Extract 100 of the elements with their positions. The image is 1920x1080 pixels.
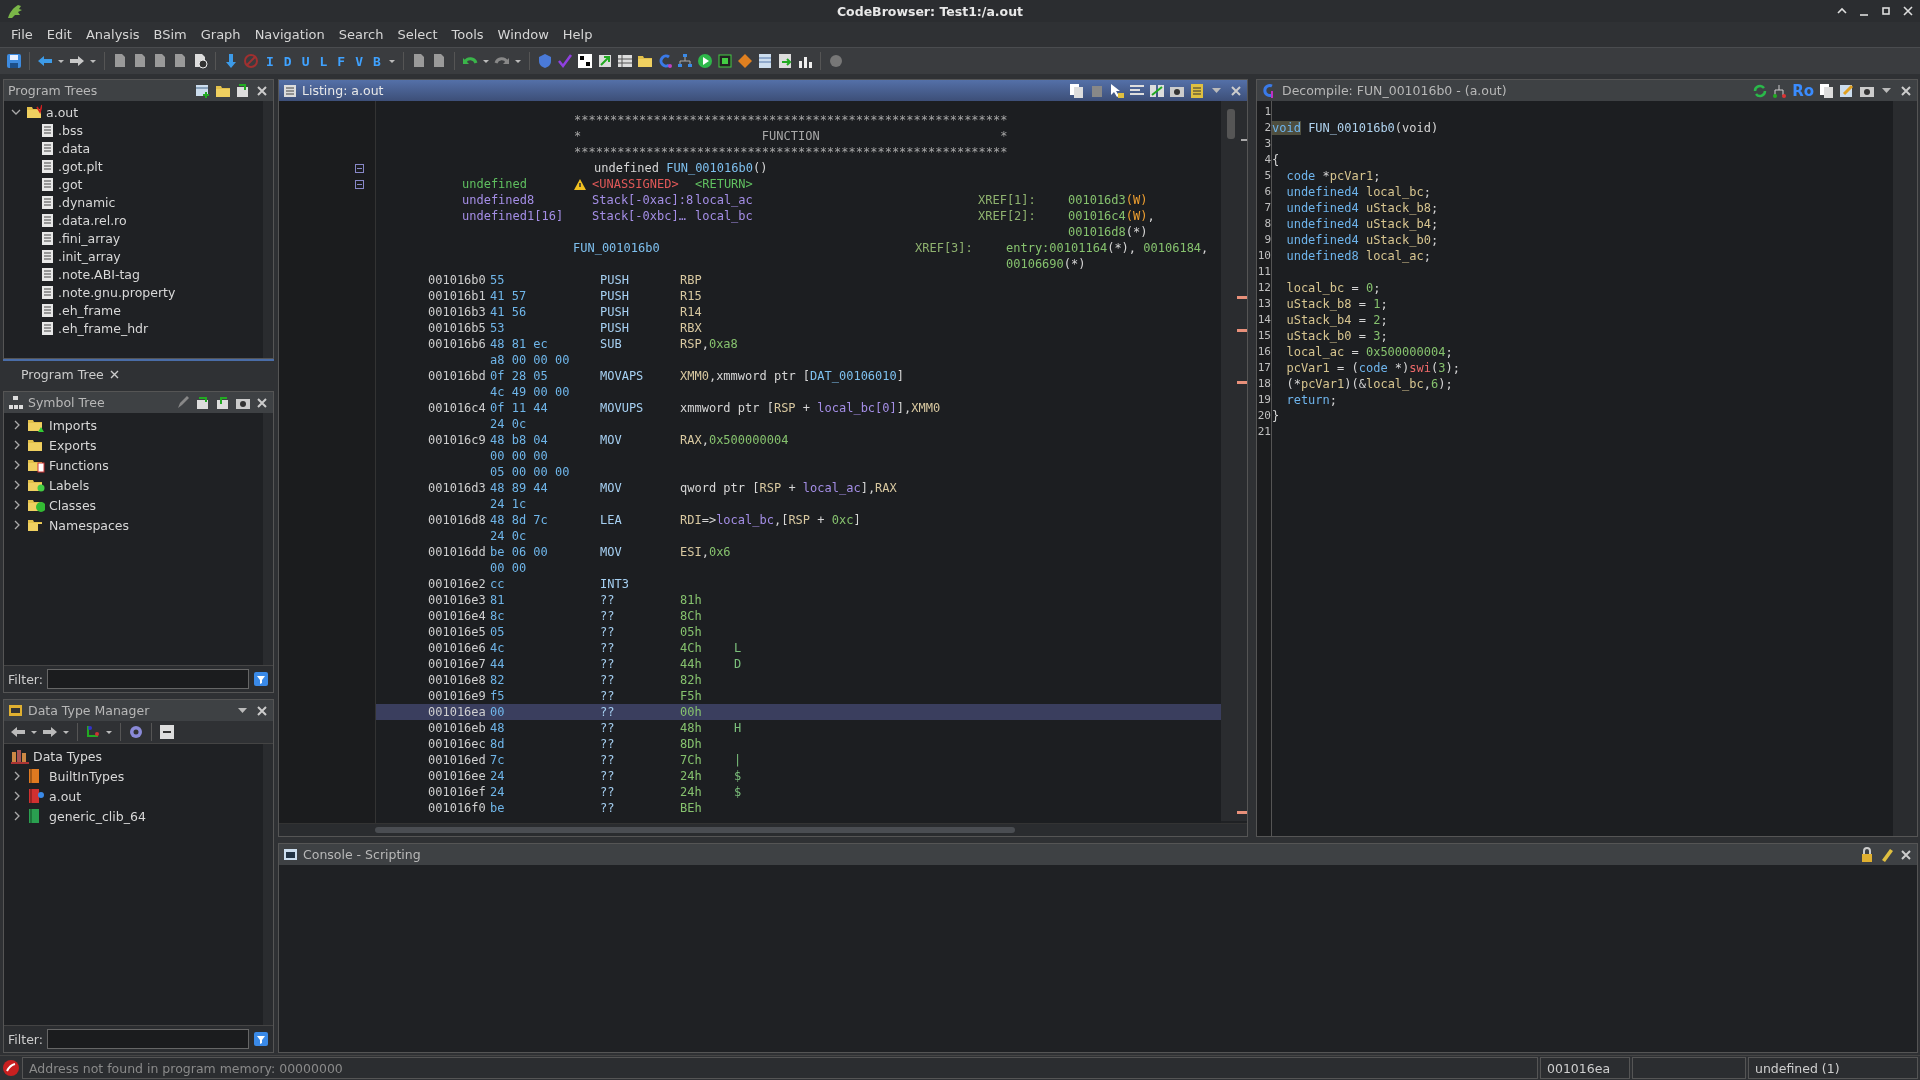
format-icon[interactable] xyxy=(1129,83,1144,98)
checkmark-icon[interactable] xyxy=(556,53,573,69)
forward-arrow-icon[interactable] xyxy=(42,724,58,740)
tree-item[interactable]: .got.plt xyxy=(58,158,103,174)
copy-icon[interactable] xyxy=(1069,83,1084,98)
tree-item[interactable]: .note.gnu.property xyxy=(58,284,176,300)
tree-item[interactable]: .got xyxy=(58,176,83,192)
tree-item[interactable]: .note.ABI-tag xyxy=(58,266,140,282)
tree-item[interactable]: .eh_frame xyxy=(58,302,121,318)
close-icon[interactable] xyxy=(1229,83,1243,98)
menu-item[interactable]: Graph xyxy=(193,25,248,44)
tree-item[interactable]: .dynamic xyxy=(58,194,116,210)
menu-item[interactable]: Tools xyxy=(444,25,491,44)
menu-item[interactable]: BSim xyxy=(146,25,194,44)
filter-field[interactable] xyxy=(46,1029,249,1049)
tree-item[interactable]: Classes xyxy=(49,497,97,513)
collapse-toggle-icon[interactable] xyxy=(355,163,364,173)
edit-icon[interactable] xyxy=(1839,83,1854,98)
table-icon[interactable] xyxy=(756,53,773,69)
instruction-bytes: 24 0c xyxy=(490,417,528,431)
document-icon[interactable] xyxy=(192,53,208,69)
tree-item[interactable]: a.out xyxy=(46,104,79,120)
toolbar-button[interactable]: I xyxy=(263,53,277,69)
close-icon[interactable] xyxy=(1902,5,1914,17)
line-number: 13 xyxy=(1257,296,1271,312)
toolbar-button[interactable]: F xyxy=(334,53,349,69)
menu-item[interactable]: Analysis xyxy=(78,25,147,44)
diamond-icon[interactable] xyxy=(736,53,753,69)
binary-icon[interactable] xyxy=(576,53,593,69)
tree-item[interactable]: generic_clib_64 xyxy=(49,808,146,824)
shield-icon[interactable] xyxy=(536,53,553,69)
document-icon xyxy=(40,176,54,192)
menu-item[interactable]: Window xyxy=(490,25,556,44)
close-icon[interactable] xyxy=(109,370,119,379)
forward-arrow-icon[interactable] xyxy=(69,53,85,69)
tree-item[interactable]: Data Types xyxy=(33,748,103,764)
close-icon[interactable] xyxy=(1899,83,1913,98)
restore-icon[interactable] xyxy=(1880,5,1892,17)
lock-icon[interactable] xyxy=(1859,847,1874,862)
play-icon[interactable] xyxy=(696,53,713,69)
graph-icon[interactable] xyxy=(1772,83,1788,98)
table-icon[interactable] xyxy=(616,53,633,69)
menu-item[interactable]: Select xyxy=(390,25,445,44)
chip-icon[interactable] xyxy=(716,53,733,69)
toolbar-button[interactable]: D xyxy=(280,53,295,69)
collapse-toggle-icon[interactable] xyxy=(355,179,364,189)
menu-item[interactable]: Search xyxy=(331,25,391,44)
filter-field[interactable] xyxy=(46,669,249,689)
back-arrow-icon[interactable] xyxy=(10,724,26,740)
pen-icon[interactable] xyxy=(175,395,190,410)
tree-item[interactable]: .eh_frame_hdr xyxy=(58,320,149,336)
panel-tab[interactable]: Program Tree xyxy=(11,364,129,385)
tree-item[interactable]: Imports xyxy=(49,417,97,433)
code-line: } xyxy=(1272,408,1280,424)
back-arrow-icon[interactable] xyxy=(37,53,53,69)
refresh-icon[interactable] xyxy=(1752,83,1768,98)
tree-item[interactable]: .init_array xyxy=(58,248,121,264)
tree-item[interactable]: .data.rel.ro xyxy=(58,212,127,228)
copy-icon[interactable] xyxy=(1819,83,1834,98)
folder-icon[interactable] xyxy=(636,53,653,69)
tree-item[interactable]: Functions xyxy=(49,457,109,473)
tree-item[interactable]: .fini_array xyxy=(58,230,121,246)
diff-icon[interactable] xyxy=(1149,83,1164,98)
down-arrow-icon[interactable] xyxy=(223,53,239,69)
collapse-all-icon[interactable] xyxy=(159,724,175,740)
filter-options-icon[interactable] xyxy=(253,671,269,687)
cursor-icon[interactable] xyxy=(1109,83,1124,98)
toolbar-button[interactable]: V xyxy=(352,53,366,69)
tree-item[interactable]: Labels xyxy=(49,477,90,493)
tree-item[interactable]: Namespaces xyxy=(49,517,130,533)
close-icon[interactable] xyxy=(1899,847,1913,862)
toolbar-button[interactable]: U xyxy=(298,53,313,69)
tree-item[interactable]: BuiltInTypes xyxy=(49,768,125,784)
tree-item[interactable]: a.out xyxy=(49,788,82,804)
menu-item[interactable]: File xyxy=(4,25,40,44)
export-icon[interactable] xyxy=(776,53,793,69)
export-icon[interactable] xyxy=(235,83,250,98)
tree-item[interactable]: .data xyxy=(58,140,91,156)
menu-item[interactable]: Navigation xyxy=(247,25,332,44)
operands: 24h xyxy=(680,769,703,783)
list-icon[interactable] xyxy=(1189,83,1204,98)
close-icon[interactable] xyxy=(255,395,269,410)
tree-item[interactable]: Exports xyxy=(49,437,97,453)
close-icon[interactable] xyxy=(255,703,269,718)
toolbar-button[interactable]: L xyxy=(316,53,331,69)
menu-item[interactable]: Help xyxy=(555,25,600,44)
tree-item[interactable]: .bss xyxy=(58,122,83,138)
export-icon[interactable] xyxy=(195,395,210,410)
toolbar-button[interactable]: B xyxy=(369,53,384,69)
close-icon[interactable] xyxy=(255,83,269,98)
folder-icon[interactable] xyxy=(215,83,230,98)
export-icon[interactable] xyxy=(215,395,230,410)
scrollbar[interactable] xyxy=(375,827,1015,833)
save-icon[interactable] xyxy=(6,53,22,69)
operands: 81h xyxy=(680,593,703,607)
menu-item[interactable]: Edit xyxy=(39,25,79,44)
add-window-icon[interactable] xyxy=(195,83,210,98)
instruction-bytes: 4c xyxy=(490,641,506,655)
export-icon[interactable] xyxy=(596,53,613,69)
filter-options-icon[interactable] xyxy=(253,1031,269,1047)
